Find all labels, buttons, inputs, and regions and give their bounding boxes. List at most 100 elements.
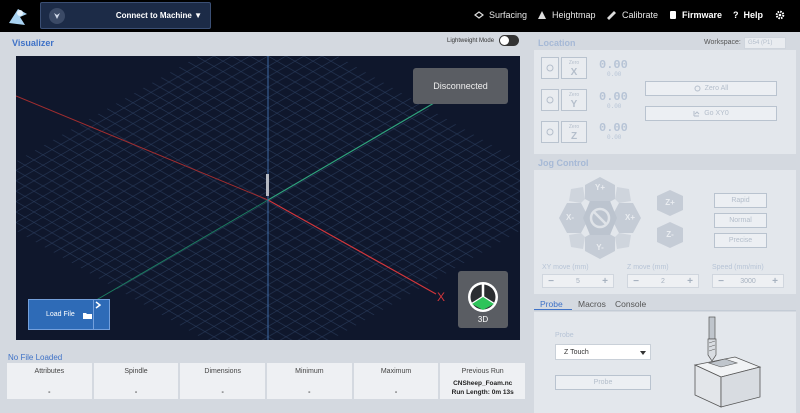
zero-all-button[interactable]: Zero All — [645, 81, 777, 96]
workspace-select[interactable]: G54 (P1) — [744, 37, 786, 49]
view-3d-button[interactable]: 3D — [458, 271, 508, 328]
jog-x-minus-button[interactable]: X- — [560, 210, 580, 224]
tab-macros[interactable]: Macros — [578, 299, 606, 309]
probe-button[interactable]: Probe — [555, 375, 651, 390]
info-header: Dimensions — [204, 368, 241, 375]
info-header: Attributes — [34, 368, 65, 375]
info-value: - — [48, 389, 51, 396]
chevron-right-icon — [95, 301, 101, 309]
gear-icon — [775, 10, 785, 20]
z-position: 0.00 — [599, 121, 628, 135]
info-value: - — [308, 389, 311, 396]
zero-x-button[interactable]: Zero X — [561, 57, 587, 79]
info-previous-run: Previous Run CNSheep_Foam.nc Run Length:… — [440, 363, 526, 399]
nav-label: Help — [743, 10, 764, 20]
info-value: - — [394, 389, 398, 396]
toggle-knob — [500, 36, 509, 45]
jog-control-title: Jog Control — [538, 158, 589, 168]
jog-y-minus-button[interactable]: Y- — [590, 240, 610, 254]
axis-label: X — [570, 67, 578, 78]
lightweight-mode-toggle[interactable] — [499, 35, 519, 46]
load-file-menu-arrow[interactable] — [95, 301, 110, 316]
folder-icon — [83, 313, 92, 319]
info-value: - — [134, 389, 138, 396]
x-position: 0.00 — [599, 58, 628, 72]
zero-label: Zero — [568, 92, 580, 98]
jog-mode-precise[interactable]: Precise — [714, 233, 767, 248]
nav-calibrate[interactable]: Calibrate — [606, 10, 658, 20]
probe-select-value: Z Touch — [564, 349, 589, 356]
go-xy0-button[interactable]: Go XY0 — [645, 106, 777, 121]
location-title: Location — [538, 38, 576, 48]
xy-move-label: XY move (mm) — [542, 264, 589, 271]
nav-firmware[interactable]: Firmware — [669, 10, 722, 20]
load-file-button[interactable]: Load File — [28, 299, 110, 330]
zero-z-button[interactable]: Zero Z — [561, 121, 587, 143]
jog-mode-rapid[interactable]: Rapid — [714, 193, 767, 208]
nav-surfacing[interactable]: Surfacing — [474, 10, 527, 20]
top-bar: Connect to Machine ▼ Surfacing Heightmap… — [0, 0, 800, 32]
load-file-divider — [93, 300, 94, 329]
surfacing-icon — [474, 11, 484, 19]
z-move-stepper[interactable]: − 2 + — [627, 274, 699, 288]
nav-label: Calibrate — [622, 10, 659, 20]
previous-run-length: Run Length: 0m 13s — [451, 389, 514, 396]
workspace-label: Workspace: — [704, 39, 741, 46]
load-file-label: Load File — [46, 311, 75, 318]
axis-label: Z — [570, 131, 578, 142]
info-value: - — [221, 389, 224, 396]
tab-divider — [534, 310, 796, 311]
jog-y-plus-button[interactable]: Y+ — [590, 180, 610, 194]
file-status: No File Loaded — [8, 353, 63, 362]
info-spindle: Spindle - — [93, 363, 179, 399]
info-header: Spindle — [124, 368, 148, 375]
visualizer-title: Visualizer — [12, 38, 54, 48]
nav-label: Surfacing — [489, 10, 528, 20]
increment-button[interactable]: + — [769, 276, 781, 288]
goto-z-button[interactable] — [541, 121, 559, 143]
go-xy0-label: Go XY0 — [704, 110, 729, 117]
crosshair-icon — [546, 128, 554, 136]
jog-x-plus-button[interactable]: X+ — [620, 210, 640, 224]
zero-y-button[interactable]: Zero Y — [561, 89, 587, 111]
jog-mode-normal[interactable]: Normal — [714, 213, 767, 228]
probe-type-select[interactable]: Z Touch — [555, 344, 651, 360]
increment-button[interactable]: + — [684, 276, 696, 288]
goto-x-button[interactable] — [541, 57, 559, 79]
previous-run-file: CNSheep_Foam.nc — [453, 380, 513, 387]
settings-button[interactable] — [775, 10, 785, 20]
nav-label: Firmware — [682, 10, 723, 20]
jog-z-minus-button[interactable]: Z- — [656, 228, 684, 240]
zero-all-label: Zero All — [704, 85, 729, 92]
visualizer-canvas[interactable]: X Disconnected 3D Load File — [16, 56, 520, 340]
nav-help[interactable]: ? Help — [733, 10, 763, 20]
help-icon: ? — [733, 10, 739, 20]
goto-y-button[interactable] — [541, 89, 559, 111]
speed-stepper[interactable]: − 3000 + — [712, 274, 784, 288]
info-attributes: Attributes - — [7, 363, 92, 399]
info-maximum: Maximum - — [353, 363, 439, 399]
probe-label: Probe — [555, 332, 574, 339]
lightweight-mode-label: Lightweight Mode — [447, 38, 495, 44]
nav-heightmap[interactable]: Heightmap — [537, 10, 596, 20]
tab-probe[interactable]: Probe — [540, 299, 563, 309]
firmware-icon — [670, 11, 676, 19]
zero-label: Zero — [568, 60, 580, 66]
z-machine-position: 0.00 — [607, 134, 622, 141]
xy-move-stepper[interactable]: − 5 + — [542, 274, 614, 288]
jog-z-plus-button[interactable]: Z+ — [656, 196, 684, 208]
calibrate-icon — [607, 11, 616, 20]
connect-label: Connect to Machine ▼ — [115, 11, 202, 20]
tab-console[interactable]: Console — [615, 299, 646, 309]
machine-icon — [49, 8, 65, 24]
cube-icon — [468, 282, 498, 312]
z-move-label: Z move (mm) — [627, 264, 669, 271]
connect-to-machine-button[interactable]: Connect to Machine ▼ — [40, 2, 211, 29]
zero-label: Zero — [568, 124, 580, 130]
crosshair-icon — [546, 64, 554, 72]
view-3d-label: 3D — [477, 315, 489, 324]
info-header: Maximum — [380, 368, 412, 375]
info-header: Previous Run — [461, 368, 504, 375]
x-axis-label: X — [437, 290, 445, 304]
increment-button[interactable]: + — [599, 276, 611, 288]
